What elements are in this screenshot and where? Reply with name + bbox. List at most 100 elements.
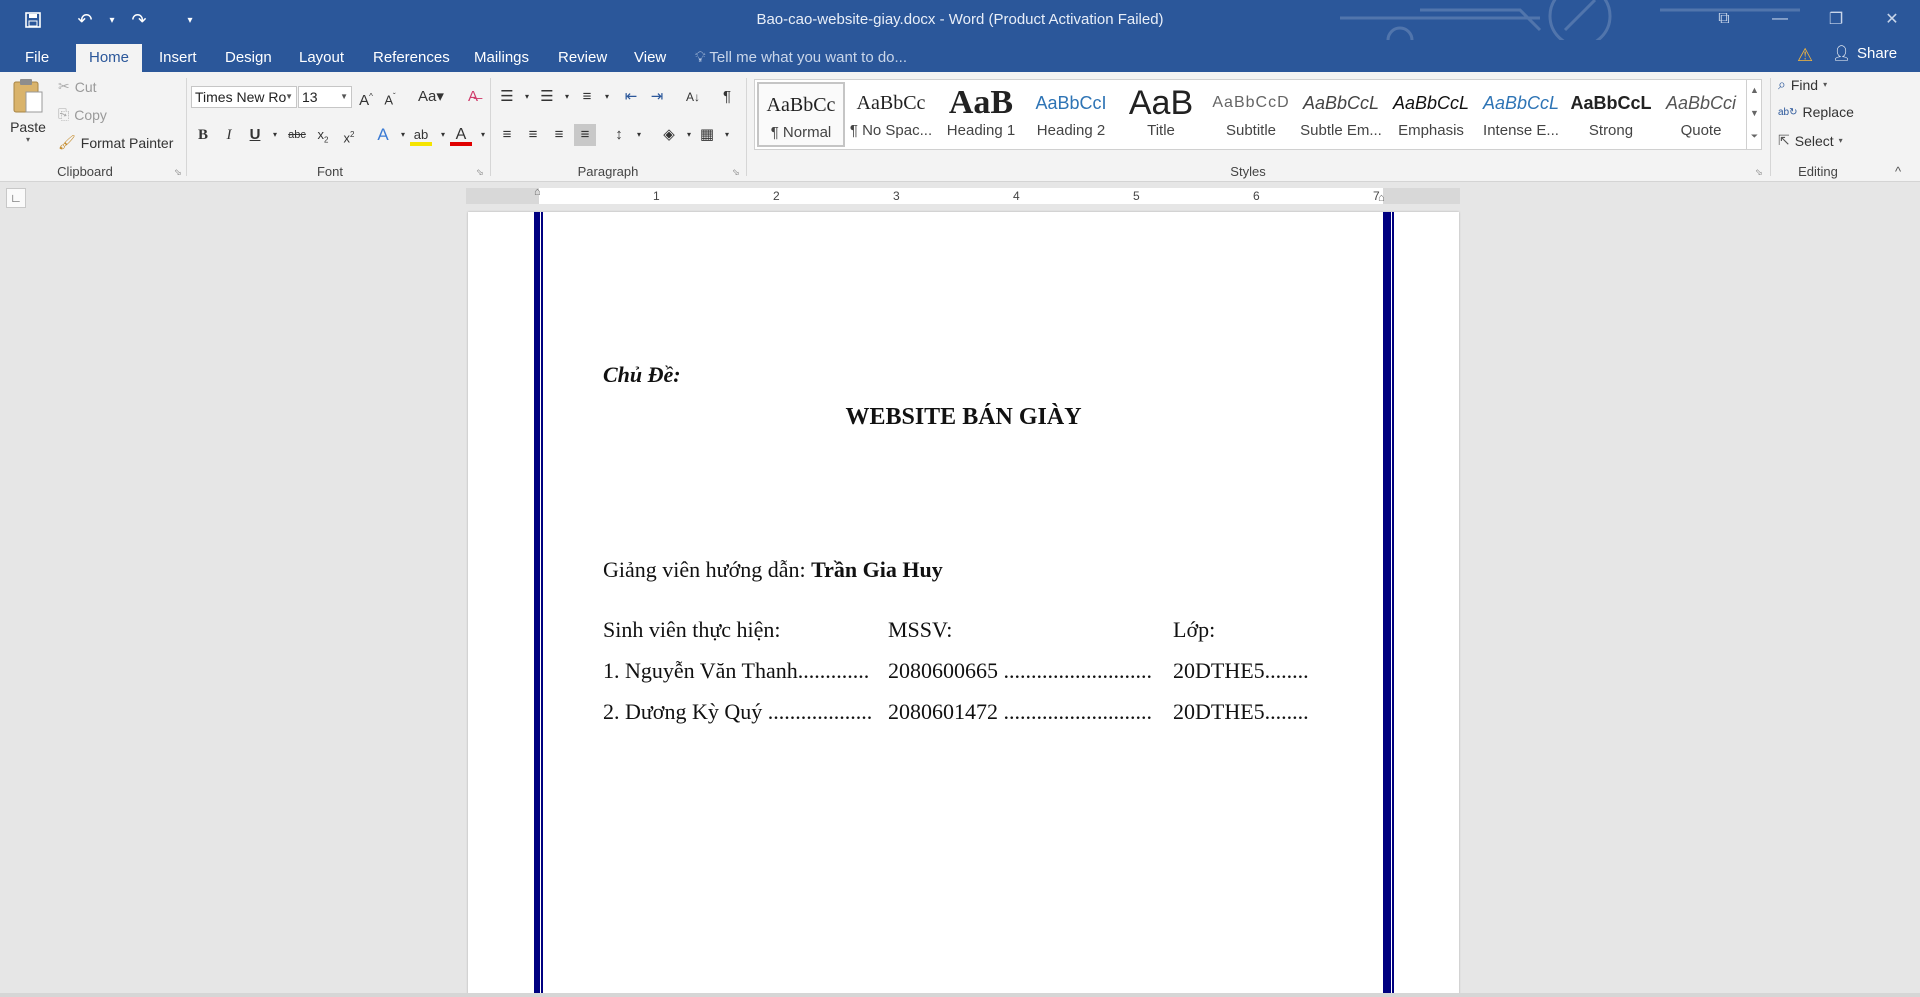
shading-icon[interactable]: ◈ [658, 124, 680, 146]
person-icon: 👤︎ [1832, 45, 1852, 62]
increase-indent-icon[interactable]: ⇥ [646, 86, 668, 108]
style-normal[interactable]: AaBbCc ¶ Normal [757, 82, 845, 147]
bullets-dropdown-icon[interactable]: ▾ [516, 86, 538, 108]
style-preview: AaBbCcL [1570, 93, 1652, 113]
format-painter-button[interactable]: 🖌︎ Format Painter [58, 134, 173, 151]
tab-file[interactable]: File [12, 44, 62, 72]
gallery-down-icon[interactable]: ▼ [1747, 102, 1762, 125]
minimize-icon[interactable]: — [1752, 0, 1808, 38]
gallery-up-icon[interactable]: ▲ [1747, 79, 1762, 102]
style-subtitle[interactable]: AaBbCcD Subtitle [1207, 82, 1295, 147]
tab-review[interactable]: Review [545, 44, 620, 72]
style-emphasis[interactable]: AaBbCcL Emphasis [1387, 82, 1475, 147]
tab-references[interactable]: References [360, 44, 463, 72]
style-title[interactable]: AaB Title [1117, 82, 1205, 147]
borders-icon[interactable]: ▦ [696, 124, 718, 146]
clipboard-launcher-icon[interactable]: ⬂ [174, 167, 182, 178]
cut-button[interactable]: ✂ Cut [58, 78, 97, 95]
copy-button[interactable]: ⎘ Copy [58, 106, 107, 123]
sort-icon[interactable]: A↓ [682, 86, 704, 108]
superscript-icon[interactable]: x2 [338, 124, 360, 146]
collapse-ribbon-icon[interactable]: ^ [1895, 164, 1901, 179]
underline-dropdown-icon[interactable]: ▾ [264, 124, 286, 146]
line-spacing-dropdown-icon[interactable]: ▾ [628, 124, 650, 146]
horizontal-ruler[interactable]: 1 2 3 4 5 6 7 ⌂ ⌂ [466, 186, 1460, 204]
tab-layout[interactable]: Layout [286, 44, 357, 72]
font-name-combo[interactable]: Times New Ro ▼ [191, 86, 297, 108]
magnifier-icon: ⌕ [1778, 76, 1786, 92]
font-launcher-icon[interactable]: ⬂ [476, 167, 484, 178]
style-heading-2[interactable]: AaBbCcI Heading 2 [1027, 82, 1115, 147]
tab-mailings[interactable]: Mailings [461, 44, 542, 72]
font-size-combo[interactable]: 13 ▼ [298, 86, 352, 108]
align-right-icon[interactable]: ≡ [548, 124, 570, 146]
highlight-icon[interactable]: ab [410, 124, 432, 146]
style-heading-1[interactable]: AaB Heading 1 [937, 82, 1025, 147]
borders-dropdown-icon[interactable]: ▾ [716, 124, 738, 146]
tab-design[interactable]: Design [212, 44, 285, 72]
justify-icon[interactable]: ≡ [574, 124, 596, 146]
replace-label: Replace [1802, 104, 1854, 120]
decrease-indent-icon[interactable]: ⇤ [620, 86, 642, 108]
align-center-icon[interactable]: ≡ [522, 124, 544, 146]
font-color-icon[interactable]: A [450, 124, 472, 146]
font-name-value: Times New Ro [195, 89, 287, 105]
copy-label: Copy [74, 106, 107, 123]
subscript-icon[interactable]: x2 [312, 124, 334, 146]
right-indent-marker-icon[interactable]: ⌂ [1378, 192, 1385, 204]
document-title: Bao-cao-website-giay.docx - Word (Produc… [756, 11, 1164, 28]
style-quote[interactable]: AaBbCci Quote [1657, 82, 1745, 147]
style-name: ¶ Normal [770, 124, 832, 141]
paste-button[interactable]: Paste ▾ [6, 76, 50, 154]
select-button[interactable]: ⇱ Select ▾ [1778, 132, 1843, 149]
warning-icon[interactable]: ⚠ [1797, 45, 1813, 66]
bold-icon[interactable]: B [192, 124, 214, 146]
advisor-line: Giảng viên hướng dẫn: Trần Gia Huy [603, 557, 943, 583]
tab-selector[interactable]: ∟ [6, 188, 26, 208]
document-page[interactable]: Chủ Đề: WEBSITE BÁN GIÀY Giảng viên hướn… [468, 212, 1459, 997]
underline-icon[interactable]: U [244, 124, 266, 146]
paragraph-launcher-icon[interactable]: ⬂ [732, 167, 740, 178]
text-effects-icon[interactable]: A [372, 124, 394, 146]
ribbon-display-options-icon[interactable]: ⧉ [1696, 0, 1752, 38]
grow-font-icon[interactable]: A^ [355, 86, 377, 109]
numbering-dropdown-icon[interactable]: ▾ [556, 86, 578, 108]
style-name: Heading 2 [1036, 122, 1106, 139]
style-no-spacing[interactable]: AaBbCc ¶ No Spac... [847, 82, 935, 147]
tab-insert[interactable]: Insert [146, 44, 210, 72]
line-spacing-icon[interactable]: ↕ [608, 124, 630, 146]
numbering-icon[interactable]: ☰ [536, 86, 558, 108]
editing-group-label: Editing [1798, 164, 1838, 179]
indent-marker-icon[interactable]: ⌂ [534, 186, 541, 198]
shrink-font-icon[interactable]: Aˇ [379, 86, 401, 108]
ruler-number: 3 [893, 189, 900, 203]
horizontal-scrollbar[interactable] [0, 993, 1920, 997]
show-paragraph-marks-icon[interactable]: ¶ [716, 86, 738, 108]
restore-icon[interactable]: ❐ [1808, 0, 1864, 38]
student-name: 2. Dương Kỳ Quý ................... [603, 699, 873, 724]
student-class: 20DTHE5........ [1173, 658, 1309, 683]
style-name: Emphasis [1398, 122, 1464, 139]
page-border-right [1383, 212, 1391, 997]
clear-formatting-icon[interactable]: A̶ [462, 86, 484, 108]
style-strong[interactable]: AaBbCcL Strong [1567, 82, 1655, 147]
document-title-text: WEBSITE BÁN GIÀY [845, 404, 1082, 430]
close-icon[interactable]: ✕ [1864, 0, 1920, 38]
tab-home[interactable]: Home [76, 44, 143, 72]
gallery-more-icon[interactable]: ⏷ [1747, 125, 1762, 148]
tab-view[interactable]: View [621, 44, 679, 72]
replace-button[interactable]: ab↻ Replace [1778, 104, 1854, 120]
align-left-icon[interactable]: ≡ [496, 124, 518, 146]
styles-launcher-icon[interactable]: ⬂ [1755, 167, 1763, 178]
style-intense-emphasis[interactable]: AaBbCcL Intense E... [1477, 82, 1565, 147]
multilevel-dropdown-icon[interactable]: ▾ [596, 86, 618, 108]
bullets-icon[interactable]: ☰ [496, 86, 518, 108]
find-button[interactable]: ⌕ Find ▾ [1778, 76, 1827, 93]
multilevel-list-icon[interactable]: ≡ [576, 86, 598, 108]
italic-icon[interactable]: I [218, 124, 240, 146]
style-subtle-emphasis[interactable]: AaBbCcL Subtle Em... [1297, 82, 1385, 147]
tell-me-box[interactable]: 💡︎ Tell me what you want to do... [695, 44, 907, 72]
strikethrough-icon[interactable]: abc [284, 124, 310, 146]
share-button[interactable]: 👤︎ Share [1832, 44, 1897, 63]
change-case-icon[interactable]: Aa▾ [414, 86, 448, 108]
